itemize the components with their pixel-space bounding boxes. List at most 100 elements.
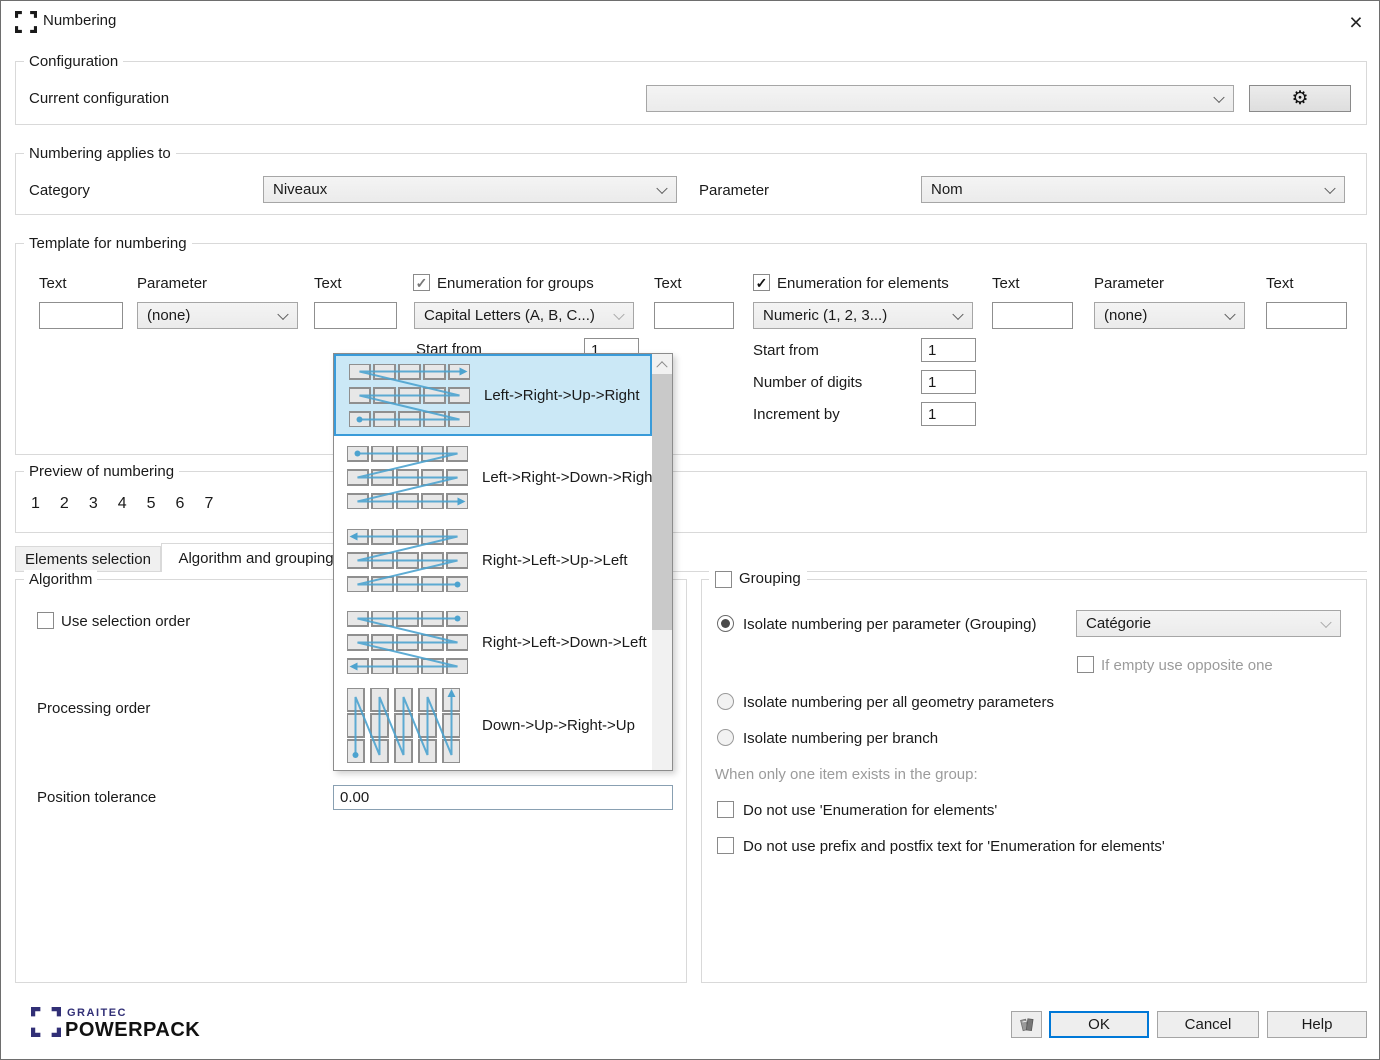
suffix-text-label-2: Text — [1266, 275, 1294, 293]
library-button[interactable] — [1011, 1011, 1042, 1038]
tab-algorithm-grouping-label: Algorithm and grouping — [178, 550, 333, 567]
preview-value: 5 — [147, 495, 156, 513]
order-option-label: Right->Left->Up->Left — [482, 552, 628, 569]
increment-by-value: 1 — [928, 406, 936, 423]
chevron-down-icon — [1320, 616, 1331, 627]
parameter-label: Parameter — [699, 182, 769, 200]
applies-to-group-label: Numbering applies to — [24, 144, 176, 163]
grouping-checkbox[interactable] — [715, 571, 732, 588]
order-option-lr-down[interactable]: Left->Right->Down->Right — [334, 436, 652, 518]
configuration-group-label: Configuration — [24, 52, 123, 71]
enum-elements-select[interactable]: Numeric (1, 2, 3...) — [753, 302, 973, 329]
prefix-text-label-1: Text — [39, 275, 67, 293]
enum-groups-select[interactable]: Capital Letters (A, B, C...) — [414, 302, 634, 329]
window-title: Numbering — [43, 12, 116, 30]
check-icon: ✓ — [756, 276, 768, 290]
brand-graitec: GRAITEC — [67, 1008, 127, 1019]
cancel-button-label: Cancel — [1185, 1016, 1232, 1033]
scrollbar-thumb[interactable] — [652, 374, 672, 630]
cancel-button[interactable]: Cancel — [1157, 1011, 1259, 1038]
order-diagram-icon — [347, 529, 472, 592]
template-parameter-select-1-value: (none) — [147, 307, 190, 324]
position-tolerance-label: Position tolerance — [37, 789, 156, 807]
numbering-dialog: Numbering × Configuration Current config… — [0, 0, 1380, 1060]
suffix-text-input-2[interactable] — [1266, 302, 1347, 329]
chevron-down-icon — [656, 182, 667, 193]
prefix-text-input-1[interactable] — [39, 302, 123, 329]
grouping-parameter-select[interactable]: Catégorie — [1076, 610, 1341, 637]
mid-text-input[interactable] — [654, 302, 734, 329]
isolate-per-branch-label: Isolate numbering per branch — [743, 730, 938, 748]
category-select[interactable]: Niveaux — [263, 176, 677, 203]
template-group-label: Template for numbering — [24, 234, 192, 253]
preview-value: 4 — [118, 495, 127, 513]
chevron-down-icon — [952, 308, 963, 319]
chevron-down-icon — [1324, 182, 1335, 193]
preview-value: 1 — [31, 495, 40, 513]
category-select-value: Niveaux — [273, 181, 327, 198]
grouping-group-header: Grouping — [709, 570, 807, 588]
use-selection-order-label: Use selection order — [61, 613, 190, 631]
order-option-lr-up[interactable]: Left->Right->Up->Right — [334, 354, 652, 436]
start-from-value: 1 — [928, 342, 936, 359]
order-diagram-icon — [347, 446, 472, 509]
order-option-label: Left->Right->Up->Right — [484, 387, 640, 404]
order-option-rl-up[interactable]: Right->Left->Up->Left — [334, 519, 652, 601]
dropdown-scrollbar[interactable] — [652, 354, 672, 770]
suffix-text-input-1[interactable] — [992, 302, 1073, 329]
brand-powerpack: POWERPACK — [65, 1020, 200, 1040]
if-empty-checkbox[interactable] — [1077, 656, 1094, 673]
isolate-per-branch-radio[interactable] — [717, 729, 734, 746]
template-parameter-select-2[interactable]: (none) — [1094, 302, 1245, 329]
tab-algorithm-grouping[interactable]: Algorithm and grouping — [161, 543, 351, 572]
manage-configurations-button[interactable]: ⚙ — [1249, 85, 1351, 112]
enum-elements-label: Enumeration for elements — [777, 275, 949, 293]
preview-value: 7 — [204, 495, 213, 513]
parameter-select[interactable]: Nom — [921, 176, 1345, 203]
increment-by-input[interactable]: 1 — [921, 402, 976, 426]
enum-elements-checkbox[interactable]: ✓ — [753, 274, 770, 291]
order-option-rl-down[interactable]: Right->Left->Down->Left — [334, 601, 652, 683]
ok-button[interactable]: OK — [1049, 1011, 1149, 1038]
prefix-text-input-2[interactable] — [314, 302, 397, 329]
template-parameter-select-1[interactable]: (none) — [137, 302, 298, 329]
suffix-text-label-1: Text — [992, 275, 1020, 293]
no-prefix-postfix-checkbox[interactable] — [717, 837, 734, 854]
check-icon: ✓ — [416, 276, 428, 290]
enum-groups-checkbox[interactable]: ✓ — [413, 274, 430, 291]
mid-text-label-1: Text — [654, 275, 682, 293]
graitec-logo-icon — [31, 1007, 61, 1037]
use-selection-order-checkbox[interactable] — [37, 612, 54, 629]
order-diagram-icon — [347, 611, 472, 674]
scroll-up-icon[interactable] — [652, 354, 672, 374]
isolate-per-geometry-radio[interactable] — [717, 693, 734, 710]
template-group: Template for numbering — [15, 243, 1367, 455]
isolate-per-parameter-label: Isolate numbering per parameter (Groupin… — [743, 616, 1036, 634]
close-icon: × — [1349, 9, 1362, 36]
order-option-vertical[interactable]: Down->Up->Right->Up — [334, 684, 652, 766]
tab-elements-selection[interactable]: Elements selection — [15, 546, 161, 572]
no-enum-label: Do not use 'Enumeration for elements' — [743, 802, 997, 820]
no-enum-checkbox[interactable] — [717, 801, 734, 818]
preview-value: 6 — [176, 495, 185, 513]
parameter-select-value: Nom — [931, 181, 963, 198]
position-tolerance-input[interactable]: 0.00 — [333, 785, 673, 810]
isolate-per-geometry-label: Isolate numbering per all geometry param… — [743, 694, 1054, 712]
start-from-label: Start from — [753, 342, 819, 360]
close-button[interactable]: × — [1337, 5, 1375, 39]
books-icon — [1018, 1016, 1036, 1034]
isolate-per-parameter-radio[interactable] — [717, 615, 734, 632]
start-from-input[interactable]: 1 — [921, 338, 976, 362]
order-diagram-icon — [347, 688, 472, 763]
order-diagram-icon — [349, 364, 474, 427]
preview-values: 1 2 3 4 5 6 7 — [31, 495, 213, 513]
configuration-select[interactable] — [646, 85, 1234, 112]
preview-value: 2 — [60, 495, 69, 513]
number-of-digits-input[interactable]: 1 — [921, 370, 976, 394]
template-parameter-label-2: Parameter — [1094, 275, 1164, 293]
position-tolerance-value: 0.00 — [340, 789, 369, 806]
help-button[interactable]: Help — [1267, 1011, 1367, 1038]
increment-by-label: Increment by — [753, 406, 840, 424]
enum-elements-select-value: Numeric (1, 2, 3...) — [763, 307, 887, 324]
help-button-label: Help — [1302, 1016, 1333, 1033]
